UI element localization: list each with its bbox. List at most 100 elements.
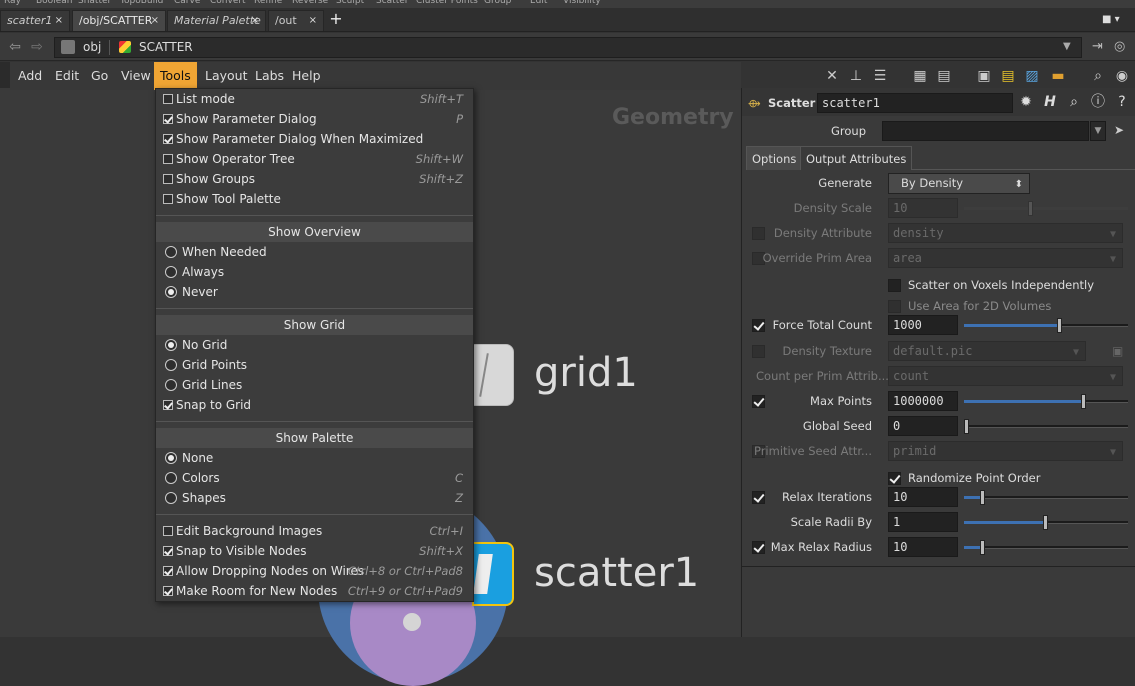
menu-item-show-parameter-dialog[interactable]: Show Parameter Dialog P (156, 109, 473, 129)
scale-radii-slider[interactable] (964, 515, 1128, 530)
pane-menu-icon[interactable]: ■ ▾ (1102, 14, 1128, 26)
layout-icon[interactable]: ▣ (976, 68, 992, 84)
grid-icon[interactable]: ▦ (912, 68, 928, 84)
gear-icon[interactable]: ✹ (1018, 94, 1034, 110)
max-relax-radius-field[interactable]: 10 (888, 537, 958, 557)
max-points-toggle[interactable] (752, 395, 765, 408)
relax-iterations-field[interactable]: 10 (888, 487, 958, 507)
slider-knob[interactable] (964, 419, 969, 434)
menu-item-show-tool-palette[interactable]: Show Tool Palette (156, 189, 473, 209)
scatter-voxels-checkbox[interactable] (888, 279, 901, 292)
density-texture-toggle[interactable] (752, 345, 765, 358)
menu-go[interactable]: Go (91, 62, 108, 90)
override-prim-area-field[interactable]: area ▼ (888, 248, 1123, 268)
palette-icon[interactable]: ▬ (1050, 68, 1066, 84)
path-current[interactable]: SCATTER (139, 38, 193, 57)
relax-iterations-slider[interactable] (964, 490, 1128, 505)
use-area-2d-checkbox[interactable] (888, 300, 901, 313)
search-icon[interactable]: ⌕ (1066, 94, 1082, 110)
menu-item-show-groups[interactable]: Show Groups Shift+Z (156, 169, 473, 189)
max-relax-radius-toggle[interactable] (752, 541, 765, 554)
menu-item-allow-dropping-nodes[interactable]: Allow Dropping Nodes on Wires Ctrl+8 or C… (156, 561, 473, 581)
menu-item-snap-to-grid[interactable]: Snap to Grid (156, 395, 473, 415)
count-per-prim-field[interactable]: count ▼ (888, 366, 1123, 386)
slider-knob[interactable] (1043, 515, 1048, 530)
force-total-count-field[interactable]: 1000 (888, 315, 958, 335)
slider-knob[interactable] (1057, 318, 1062, 333)
force-total-count-toggle[interactable] (752, 319, 765, 332)
density-attribute-toggle[interactable] (752, 227, 765, 240)
menu-item-grid-lines[interactable]: Grid Lines (156, 375, 473, 395)
arrow-select-icon[interactable]: ➤ (1114, 123, 1124, 137)
tab-scatter1[interactable]: scatter1 × (0, 10, 70, 31)
shelf-tool[interactable]: Visibility (563, 0, 601, 6)
density-texture-field[interactable]: default.pic ▼ (888, 341, 1086, 361)
menu-item-palette-none[interactable]: None (156, 448, 473, 468)
density-scale-field[interactable]: 10 (888, 198, 958, 218)
menu-item-make-room-for-new-nodes[interactable]: Make Room for New Nodes Ctrl+9 or Ctrl+Pa… (156, 581, 473, 601)
shelf-tool[interactable]: Scatter (376, 0, 408, 6)
menu-item-show-parameter-dialog-maximized[interactable]: Show Parameter Dialog When Maximized (156, 129, 473, 149)
menu-tools[interactable]: Tools (154, 62, 197, 90)
forward-arrow-icon[interactable]: ⇨ (28, 39, 46, 55)
wrench-icon[interactable]: ✕ (824, 68, 840, 84)
shelf-tool[interactable]: Group (484, 0, 511, 6)
slider-knob[interactable] (980, 490, 985, 505)
pin-icon[interactable]: ⇥ (1092, 39, 1103, 54)
menu-item-when-needed[interactable]: When Needed (156, 242, 473, 262)
menu-help[interactable]: Help (292, 62, 321, 90)
menu-item-palette-colors[interactable]: Colors C (156, 468, 473, 488)
menu-item-list-mode[interactable]: List mode Shift+T (156, 89, 473, 109)
add-tab-button[interactable]: + (328, 10, 344, 28)
shelf-tool[interactable]: Boolean (36, 0, 72, 6)
table-icon[interactable]: ▤ (936, 68, 952, 84)
menu-item-edit-background-images[interactable]: Edit Background Images Ctrl+I (156, 521, 473, 541)
global-seed-field[interactable]: 0 (888, 416, 958, 436)
menu-labs[interactable]: Labs (255, 62, 284, 90)
menu-item-never[interactable]: Never (156, 282, 473, 302)
scale-radii-field[interactable]: 1 (888, 512, 958, 532)
tab-material-palette[interactable]: Material Palette × (167, 10, 266, 31)
shelf-tool[interactable]: Ray (4, 0, 21, 6)
image-icon[interactable]: ▨ (1024, 68, 1040, 84)
close-icon[interactable]: × (55, 11, 63, 31)
info-icon[interactable]: ⓘ (1090, 94, 1106, 110)
menu-item-no-grid[interactable]: No Grid (156, 335, 473, 355)
menu-item-grid-points[interactable]: Grid Points (156, 355, 473, 375)
eye-icon[interactable]: ◉ (1114, 68, 1130, 84)
menu-add[interactable]: Add (18, 62, 42, 90)
note-icon[interactable]: ▤ (1000, 68, 1016, 84)
tab-output-attributes[interactable]: Output Attributes (800, 146, 913, 170)
shelf-tool[interactable]: Cluster Points (416, 0, 478, 6)
list-icon[interactable]: ☰ (872, 68, 888, 84)
help-icon[interactable]: ? (1114, 94, 1130, 110)
max-points-slider[interactable] (964, 394, 1128, 409)
search-icon[interactable]: ⌕ (1090, 68, 1106, 84)
menu-layout[interactable]: Layout (205, 62, 248, 90)
slider-knob[interactable] (1081, 394, 1086, 409)
path-field[interactable]: obj SCATTER ▼ (54, 37, 1082, 58)
link-icon[interactable]: ◎ (1114, 39, 1125, 54)
randomize-checkbox[interactable] (888, 472, 901, 485)
scatter-node[interactable] (472, 542, 514, 606)
menu-item-palette-shapes[interactable]: Shapes Z (156, 488, 473, 508)
tab-options[interactable]: Options (746, 146, 803, 170)
relax-iterations-toggle[interactable] (752, 491, 765, 504)
path-obj[interactable]: obj (83, 38, 101, 57)
shelf-tool[interactable]: Reverse (292, 0, 328, 6)
slider-knob[interactable] (980, 540, 985, 555)
tab-out[interactable]: /out × (268, 10, 324, 31)
shelf-tool[interactable]: Convert (210, 0, 246, 6)
shelf-tool[interactable]: Edit (530, 0, 547, 6)
max-relax-radius-slider[interactable] (964, 540, 1128, 555)
menu-item-always[interactable]: Always (156, 262, 473, 282)
menu-item-show-operator-tree[interactable]: Show Operator Tree Shift+W (156, 149, 473, 169)
tree-icon[interactable]: ⊥ (848, 68, 864, 84)
shelf-tool[interactable]: Carve (174, 0, 200, 6)
file-browse-icon[interactable]: ▣ (1112, 344, 1123, 358)
chevron-down-icon[interactable]: ▼ (1090, 121, 1106, 141)
menu-edit[interactable]: Edit (55, 62, 79, 90)
force-total-count-slider[interactable] (964, 318, 1128, 333)
shelf-tool[interactable]: Refine (254, 0, 282, 6)
generate-dropdown[interactable]: By Density ⬍ (888, 173, 1030, 194)
